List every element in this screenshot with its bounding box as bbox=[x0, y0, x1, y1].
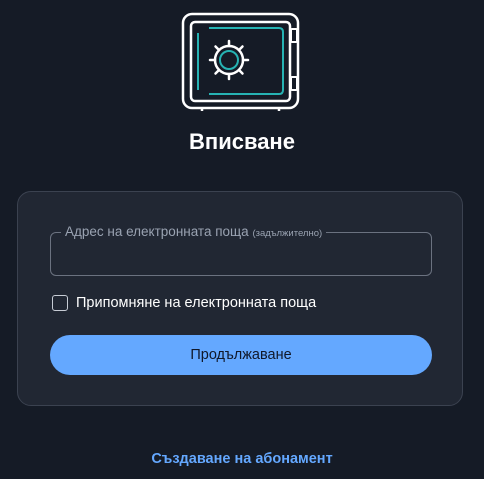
remember-email-checkbox-row[interactable]: Припомняне на електронната поща bbox=[52, 294, 316, 312]
vault-safe-icon bbox=[181, 12, 300, 111]
email-input[interactable] bbox=[51, 233, 431, 275]
remember-email-checkbox[interactable] bbox=[52, 295, 68, 311]
login-card: Адрес на електронната поща (задължително… bbox=[17, 191, 463, 406]
create-account-link[interactable]: Създаване на абонамент bbox=[0, 450, 484, 468]
vault-logo bbox=[181, 11, 301, 111]
remember-email-label: Припомняне на електронната поща bbox=[76, 295, 317, 311]
continue-button[interactable]: Продължаване bbox=[50, 335, 432, 375]
page-title: Вписване bbox=[189, 129, 295, 154]
email-field[interactable]: Адрес на електронната поща (задължително… bbox=[50, 224, 432, 276]
